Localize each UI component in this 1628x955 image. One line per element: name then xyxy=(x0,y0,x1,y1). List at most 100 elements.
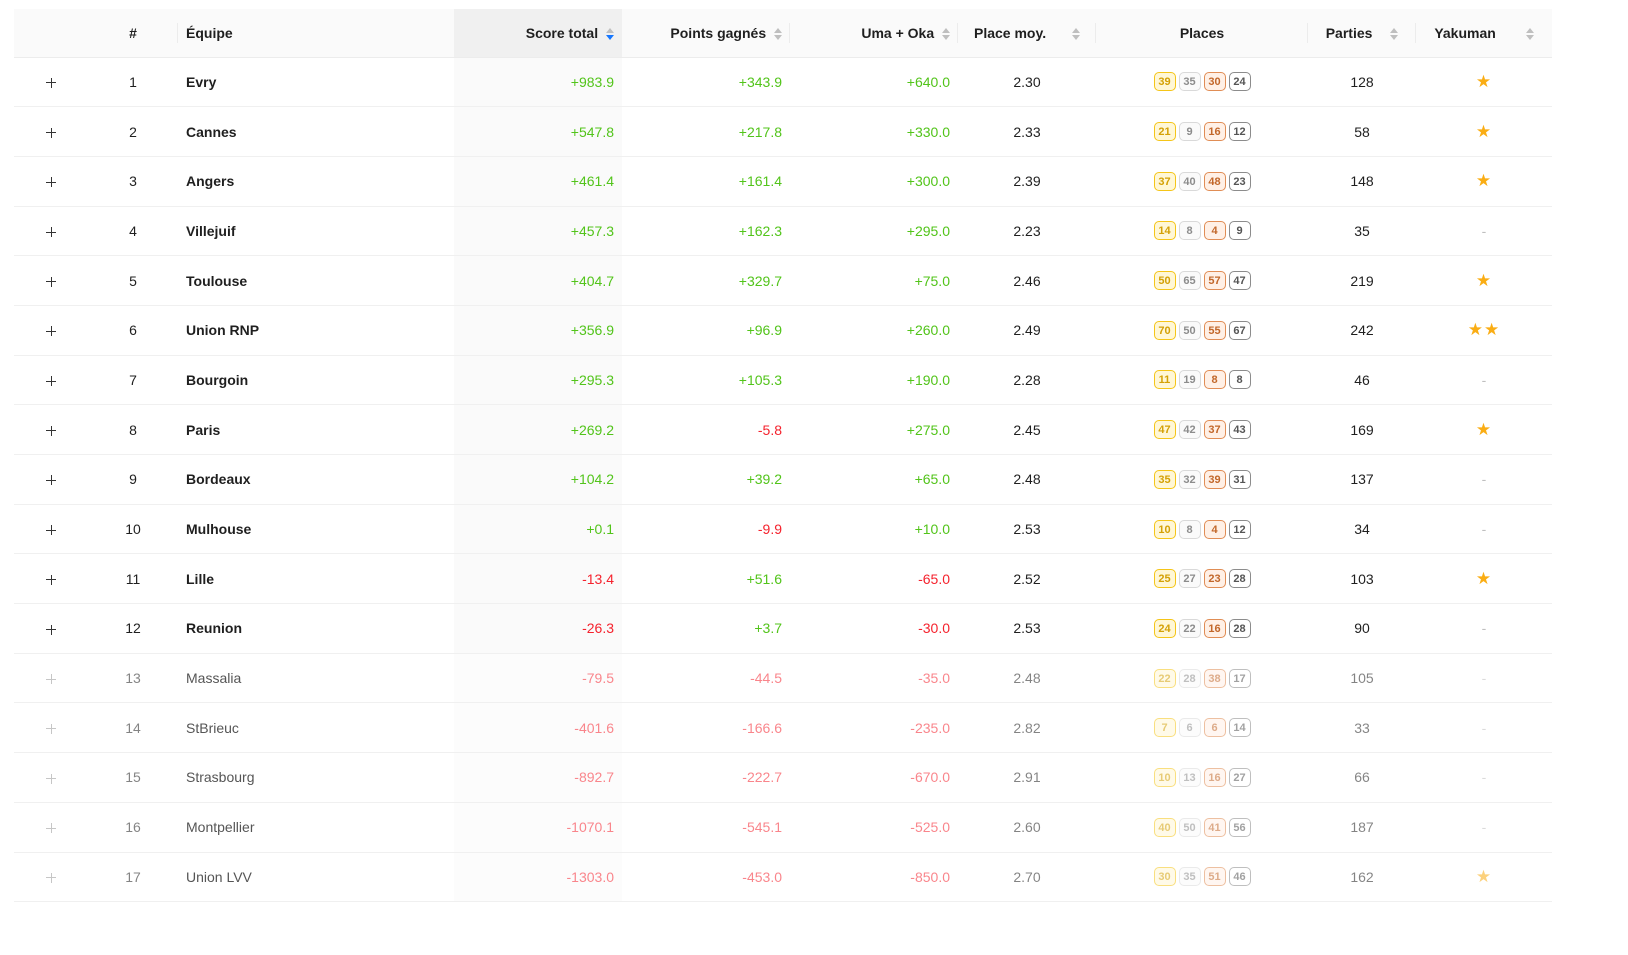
header-yakuman[interactable]: Yakuman xyxy=(1416,9,1552,58)
expand-cell[interactable] xyxy=(14,454,88,505)
second-place-count-badge: 6 xyxy=(1178,718,1201,738)
place-moy-cell: 2.70 xyxy=(958,852,1096,903)
expand-cell[interactable] xyxy=(14,106,88,157)
expand-cell[interactable] xyxy=(14,603,88,654)
sort-icon[interactable] xyxy=(1072,28,1080,41)
team-name: Cannes xyxy=(178,106,454,157)
expand-plus-icon[interactable] xyxy=(44,722,58,736)
expand-plus-icon[interactable] xyxy=(44,175,58,189)
expand-cell[interactable] xyxy=(14,305,88,356)
team-name: Massalia xyxy=(178,653,454,704)
points-gagnes-cell: +329.7 xyxy=(622,255,790,306)
header-points-gagnes[interactable]: Points gagnés xyxy=(622,9,790,58)
expand-cell[interactable] xyxy=(14,255,88,306)
header-uma-oka[interactable]: Uma + Oka xyxy=(790,9,958,58)
expand-plus-icon[interactable] xyxy=(44,871,58,885)
parties-cell: 103 xyxy=(1308,553,1416,605)
yakuman-cell: - xyxy=(1416,454,1552,505)
expand-plus-icon[interactable] xyxy=(44,225,58,239)
expand-plus-icon[interactable] xyxy=(44,275,58,289)
fourth-place-count-badge: 14 xyxy=(1228,718,1251,738)
sort-icon[interactable] xyxy=(774,28,782,41)
rank-cell: 15 xyxy=(88,752,178,803)
sort-icon[interactable] xyxy=(1525,28,1534,41)
expand-cell[interactable] xyxy=(14,156,88,207)
table-row: 1 Evry +983.9 +343.9 +640.0 2.30 39 35 3… xyxy=(14,57,1552,108)
expand-cell[interactable] xyxy=(14,752,88,803)
expand-cell[interactable] xyxy=(14,206,88,257)
table-header-row: # Équipe Score total Points gagnés Uma +… xyxy=(14,9,1552,58)
team-name: Villejuif xyxy=(178,206,454,257)
expand-plus-icon[interactable] xyxy=(44,374,58,388)
yakuman-cell: - xyxy=(1416,702,1552,754)
places-cell: 37 40 48 23 xyxy=(1096,156,1308,207)
third-place-count-badge: 8 xyxy=(1203,370,1226,390)
places-cell: 21 9 16 12 xyxy=(1096,106,1308,157)
places-cell: 25 27 23 28 xyxy=(1096,553,1308,605)
expand-plus-icon[interactable] xyxy=(44,623,58,637)
expand-plus-icon[interactable] xyxy=(44,821,58,835)
expand-plus-icon[interactable] xyxy=(44,424,58,438)
uma-oka-cell: -525.0 xyxy=(790,802,958,853)
expand-plus-icon[interactable] xyxy=(44,523,58,537)
parties-cell: 34 xyxy=(1308,504,1416,555)
header-place-moy[interactable]: Place moy. xyxy=(958,9,1096,58)
place-moy-cell: 2.53 xyxy=(958,603,1096,654)
points-gagnes-cell: +3.7 xyxy=(622,603,790,654)
place-moy-cell: 2.30 xyxy=(958,57,1096,108)
expand-plus-icon[interactable] xyxy=(44,573,58,587)
expand-cell[interactable] xyxy=(14,504,88,555)
sort-icon[interactable] xyxy=(942,28,950,41)
sort-icon[interactable] xyxy=(1390,28,1399,41)
first-place-count-badge: 24 xyxy=(1153,618,1176,638)
rank-cell: 16 xyxy=(88,802,178,853)
third-place-count-badge: 41 xyxy=(1203,817,1226,837)
table-row: 15 Strasbourg -892.7 -222.7 -670.0 2.91 … xyxy=(14,752,1552,803)
first-place-count-badge: 35 xyxy=(1153,469,1176,489)
expand-cell[interactable] xyxy=(14,553,88,605)
table-row: 13 Massalia -79.5 -44.5 -35.0 2.48 22 28… xyxy=(14,653,1552,704)
expand-cell[interactable] xyxy=(14,653,88,704)
place-moy-cell: 2.48 xyxy=(958,454,1096,505)
uma-oka-cell: +190.0 xyxy=(790,355,958,406)
table-row: 14 StBrieuc -401.6 -166.6 -235.0 2.82 7 … xyxy=(14,702,1552,754)
rank-cell: 1 xyxy=(88,57,178,108)
uma-oka-cell: +300.0 xyxy=(790,156,958,207)
header-score-total[interactable]: Score total xyxy=(454,9,622,58)
rank-cell: 7 xyxy=(88,355,178,406)
expand-cell[interactable] xyxy=(14,404,88,455)
team-name: Mulhouse xyxy=(178,504,454,555)
sort-icon[interactable] xyxy=(606,28,614,41)
expand-plus-icon[interactable] xyxy=(44,772,58,786)
first-place-count-badge: 21 xyxy=(1153,122,1176,142)
yakuman-none: - xyxy=(1481,620,1487,637)
parties-cell: 162 xyxy=(1308,852,1416,903)
expand-cell[interactable] xyxy=(14,355,88,406)
yakuman-cell: ★ xyxy=(1416,404,1552,455)
yakuman-none: - xyxy=(1481,670,1487,687)
expand-plus-icon[interactable] xyxy=(44,324,58,338)
expand-cell[interactable] xyxy=(14,852,88,903)
place-moy-cell: 2.48 xyxy=(958,653,1096,704)
expand-plus-icon[interactable] xyxy=(44,672,58,686)
team-name: Union LVV xyxy=(178,852,454,903)
place-moy-cell: 2.39 xyxy=(958,156,1096,207)
fourth-place-count-badge: 56 xyxy=(1228,817,1251,837)
rank-cell: 11 xyxy=(88,553,178,605)
score-total-cell: -401.6 xyxy=(454,702,622,754)
expand-plus-icon[interactable] xyxy=(44,126,58,140)
points-gagnes-cell: -453.0 xyxy=(622,852,790,903)
points-gagnes-cell: -9.9 xyxy=(622,504,790,555)
third-place-count-badge: 37 xyxy=(1203,420,1226,440)
first-place-count-badge: 47 xyxy=(1153,420,1176,440)
table-row: 16 Montpellier -1070.1 -545.1 -525.0 2.6… xyxy=(14,802,1552,853)
expand-cell[interactable] xyxy=(14,702,88,754)
first-place-count-badge: 30 xyxy=(1153,867,1176,887)
expand-cell[interactable] xyxy=(14,57,88,108)
place-moy-cell: 2.33 xyxy=(958,106,1096,157)
header-parties[interactable]: Parties xyxy=(1308,9,1416,58)
expand-plus-icon[interactable] xyxy=(44,473,58,487)
expand-cell[interactable] xyxy=(14,802,88,853)
expand-plus-icon[interactable] xyxy=(44,76,58,90)
rank-cell: 13 xyxy=(88,653,178,704)
